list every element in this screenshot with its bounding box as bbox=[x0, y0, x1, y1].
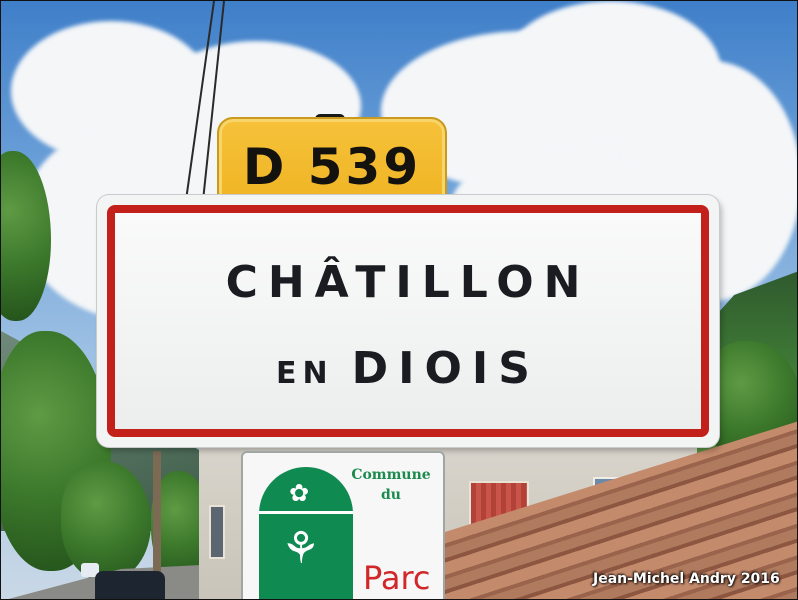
tulip-icon: ⚘ bbox=[281, 523, 321, 574]
flower-icon: ✿ bbox=[289, 479, 310, 507]
town-name-prefix: EN bbox=[276, 356, 334, 391]
du-text: du bbox=[381, 487, 401, 503]
town-name-main: DIOIS bbox=[351, 343, 540, 394]
park-sign-label: Commune du bbox=[349, 465, 433, 505]
utility-pole bbox=[153, 451, 161, 581]
photo-credit: Jean-Michel Andry 2016 bbox=[593, 571, 780, 587]
park-sign: ✿ ⚘ Commune du Parc bbox=[241, 451, 445, 599]
tree bbox=[61, 461, 151, 581]
building-window bbox=[209, 505, 225, 559]
commune-text: Commune bbox=[351, 467, 431, 483]
park-emblem: ✿ ⚘ bbox=[259, 467, 353, 599]
town-name-line2: EN DIOIS bbox=[115, 343, 701, 394]
car bbox=[95, 571, 165, 599]
town-sign-border: CHÂTILLON EN DIOIS bbox=[107, 205, 709, 437]
road-number: D 539 bbox=[242, 138, 422, 196]
town-sign: CHÂTILLON EN DIOIS bbox=[97, 195, 719, 447]
town-name-line1: CHÂTILLON bbox=[225, 257, 591, 308]
parc-text: Parc bbox=[363, 559, 431, 597]
photo-frame: D 539 CHÂTILLON EN DIOIS ✿ ⚘ Commune du P… bbox=[0, 0, 798, 600]
emblem-divider bbox=[259, 511, 353, 514]
